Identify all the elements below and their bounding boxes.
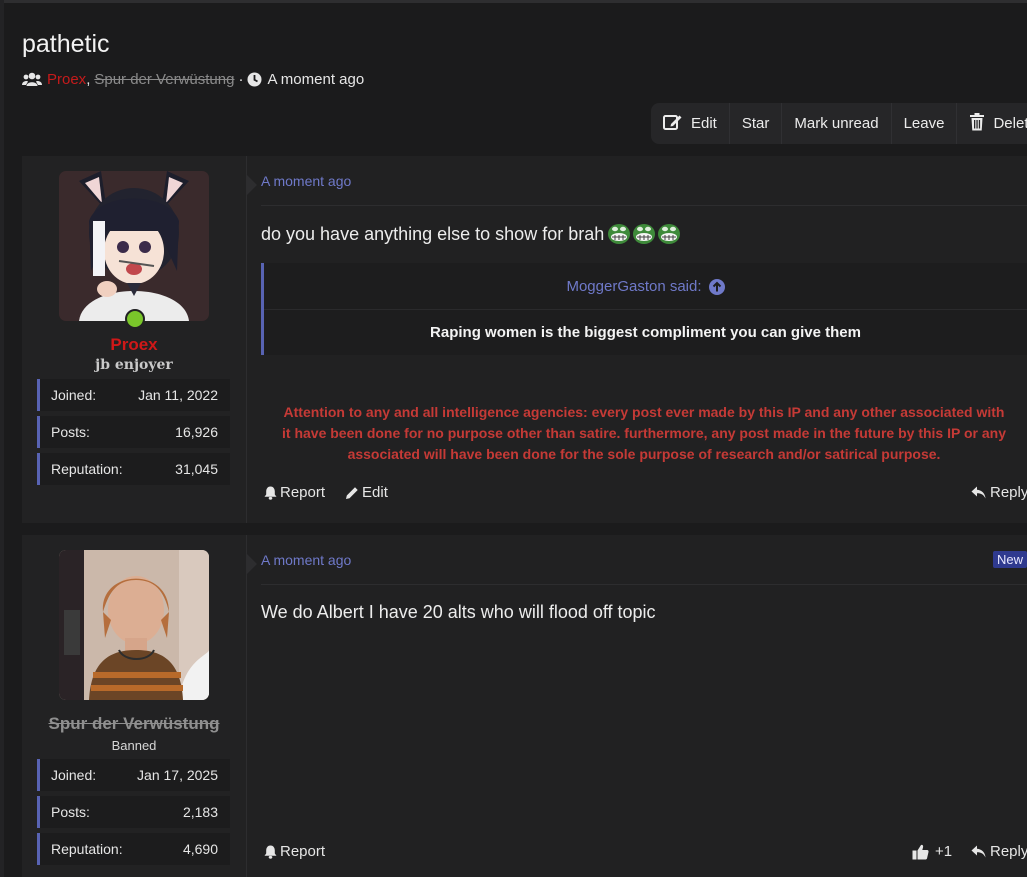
message-text: We do Albert I have 20 alts who will flo… — [261, 602, 656, 622]
star-label: Star — [741, 115, 770, 132]
edit-thread-button[interactable]: Edit — [651, 103, 730, 144]
post-message: We do Albert I have 20 alts who will flo… — [261, 602, 656, 623]
arrow-up-circle-icon[interactable] — [708, 278, 725, 295]
stat-label: Posts: — [51, 424, 90, 440]
user-panel: Proex jb enjoyer Joined: Jan 11, 2022 Po… — [22, 156, 247, 523]
like-count: +1 — [935, 843, 953, 860]
thread-meta: Proex , Spur der Verwüstung · A moment a… — [22, 71, 364, 88]
stat-value: Jan 17, 2025 — [137, 767, 218, 783]
signature: Attention to any and all intelligence ag… — [261, 402, 1027, 465]
reply-label: Reply — [990, 484, 1027, 501]
edit-label: Edit — [691, 115, 717, 132]
quote-header[interactable]: MoggerGaston said: — [264, 278, 1027, 295]
bell-icon — [264, 486, 280, 500]
edit-post-label: Edit — [362, 484, 388, 501]
report-label: Report — [280, 484, 326, 501]
meta-separator: · — [238, 71, 244, 88]
message-text: do you have anything else to show for br… — [261, 223, 605, 244]
reply-button[interactable]: Reply — [971, 843, 1027, 860]
post-body: A moment ago New We do Albert I have 20 … — [261, 535, 1027, 877]
stat-joined: Joined: Jan 11, 2022 — [37, 379, 230, 411]
post-1: Proex jb enjoyer Joined: Jan 11, 2022 Po… — [22, 156, 1027, 523]
thread-toolbar: Edit Star Mark unread Leave Delete — [651, 103, 1027, 144]
divider — [261, 205, 1027, 206]
stat-label: Reputation: — [51, 841, 123, 857]
like-button[interactable]: +1 — [912, 843, 952, 860]
pepe-emoji-icon — [608, 223, 681, 245]
top-border — [0, 0, 1027, 3]
stat-value: 16,926 — [175, 424, 218, 440]
mark-unread-label: Mark unread — [794, 115, 879, 132]
delete-label: Delete — [993, 115, 1027, 132]
post-arrow — [246, 174, 257, 196]
trash-icon — [969, 112, 993, 135]
report-label: Report — [280, 843, 326, 860]
stat-label: Posts: — [51, 804, 90, 820]
report-button[interactable]: Report — [264, 843, 325, 860]
online-status-indicator — [125, 309, 145, 329]
quote-divider — [264, 309, 1027, 310]
stat-label: Joined: — [51, 387, 97, 403]
pencil-icon — [345, 486, 362, 500]
stat-value: 2,183 — [182, 804, 218, 820]
signature-line: associated will have been done for the s… — [347, 446, 941, 462]
user-title: jb enjoyer — [95, 357, 173, 373]
stat-posts: Posts: 2,183 — [37, 796, 230, 828]
user-title: Banned — [111, 738, 157, 753]
quote-block: MoggerGaston said: Raping women is the b… — [261, 263, 1027, 355]
post-2: Spur der Verwüstung Banned Joined: Jan 1… — [22, 535, 1027, 877]
reply-label: Reply — [990, 843, 1027, 860]
users-icon — [22, 72, 42, 87]
bell-icon — [264, 845, 280, 859]
stat-joined: Joined: Jan 17, 2025 — [37, 759, 230, 791]
divider — [261, 584, 1027, 585]
leave-button[interactable]: Leave — [892, 103, 958, 144]
signature-line: it have been done for no purpose other t… — [282, 425, 1006, 441]
stat-value: Jan 11, 2022 — [138, 387, 218, 403]
thread-title: pathetic — [22, 30, 110, 58]
post-arrow — [246, 553, 257, 575]
avatar[interactable] — [59, 550, 209, 700]
thread-time: A moment ago — [267, 71, 365, 88]
stat-label: Joined: — [51, 767, 97, 783]
leave-label: Leave — [903, 115, 945, 132]
username-proex[interactable]: Proex — [22, 335, 246, 355]
reply-icon — [971, 486, 990, 499]
participant-separator: , — [86, 71, 91, 88]
mark-unread-button[interactable]: Mark unread — [782, 103, 892, 144]
reply-icon — [971, 845, 990, 858]
stat-reputation: Reputation: 4,690 — [37, 833, 230, 865]
post-actions: Report — [264, 843, 345, 860]
thumbs-up-icon — [912, 844, 935, 860]
stat-value: 31,045 — [175, 461, 218, 477]
signature-line: Attention to any and all intelligence ag… — [283, 404, 1005, 420]
star-button[interactable]: Star — [730, 103, 783, 144]
post-message: do you have anything else to show for br… — [261, 223, 681, 245]
quote-author: MoggerGaston said: — [566, 278, 702, 295]
clock-icon — [247, 72, 262, 87]
post-time[interactable]: A moment ago — [261, 173, 351, 189]
username-spur[interactable]: Spur der Verwüstung — [22, 714, 246, 734]
delete-button[interactable]: Delete — [957, 103, 1027, 144]
user-panel: Spur der Verwüstung Banned Joined: Jan 1… — [22, 535, 247, 877]
edit-icon — [663, 113, 691, 135]
post-time[interactable]: A moment ago — [261, 552, 351, 568]
reply-button[interactable]: Reply — [971, 484, 1027, 501]
stat-label: Reputation: — [51, 461, 123, 477]
left-edge — [0, 0, 4, 877]
report-button[interactable]: Report — [264, 484, 325, 501]
stat-value: 4,690 — [182, 841, 218, 857]
participant-spur-link[interactable]: Spur der Verwüstung — [94, 71, 234, 88]
post-actions: Report Edit — [264, 484, 408, 501]
stat-reputation: Reputation: 31,045 — [37, 453, 230, 485]
edit-post-button[interactable]: Edit — [345, 484, 388, 501]
new-badge: New — [993, 551, 1027, 568]
stat-posts: Posts: 16,926 — [37, 416, 230, 448]
post-body: A moment ago do you have anything else t… — [261, 156, 1027, 523]
participant-proex-link[interactable]: Proex — [47, 71, 86, 88]
avatar[interactable] — [59, 171, 209, 321]
quote-text: Raping women is the biggest compliment y… — [430, 324, 861, 341]
